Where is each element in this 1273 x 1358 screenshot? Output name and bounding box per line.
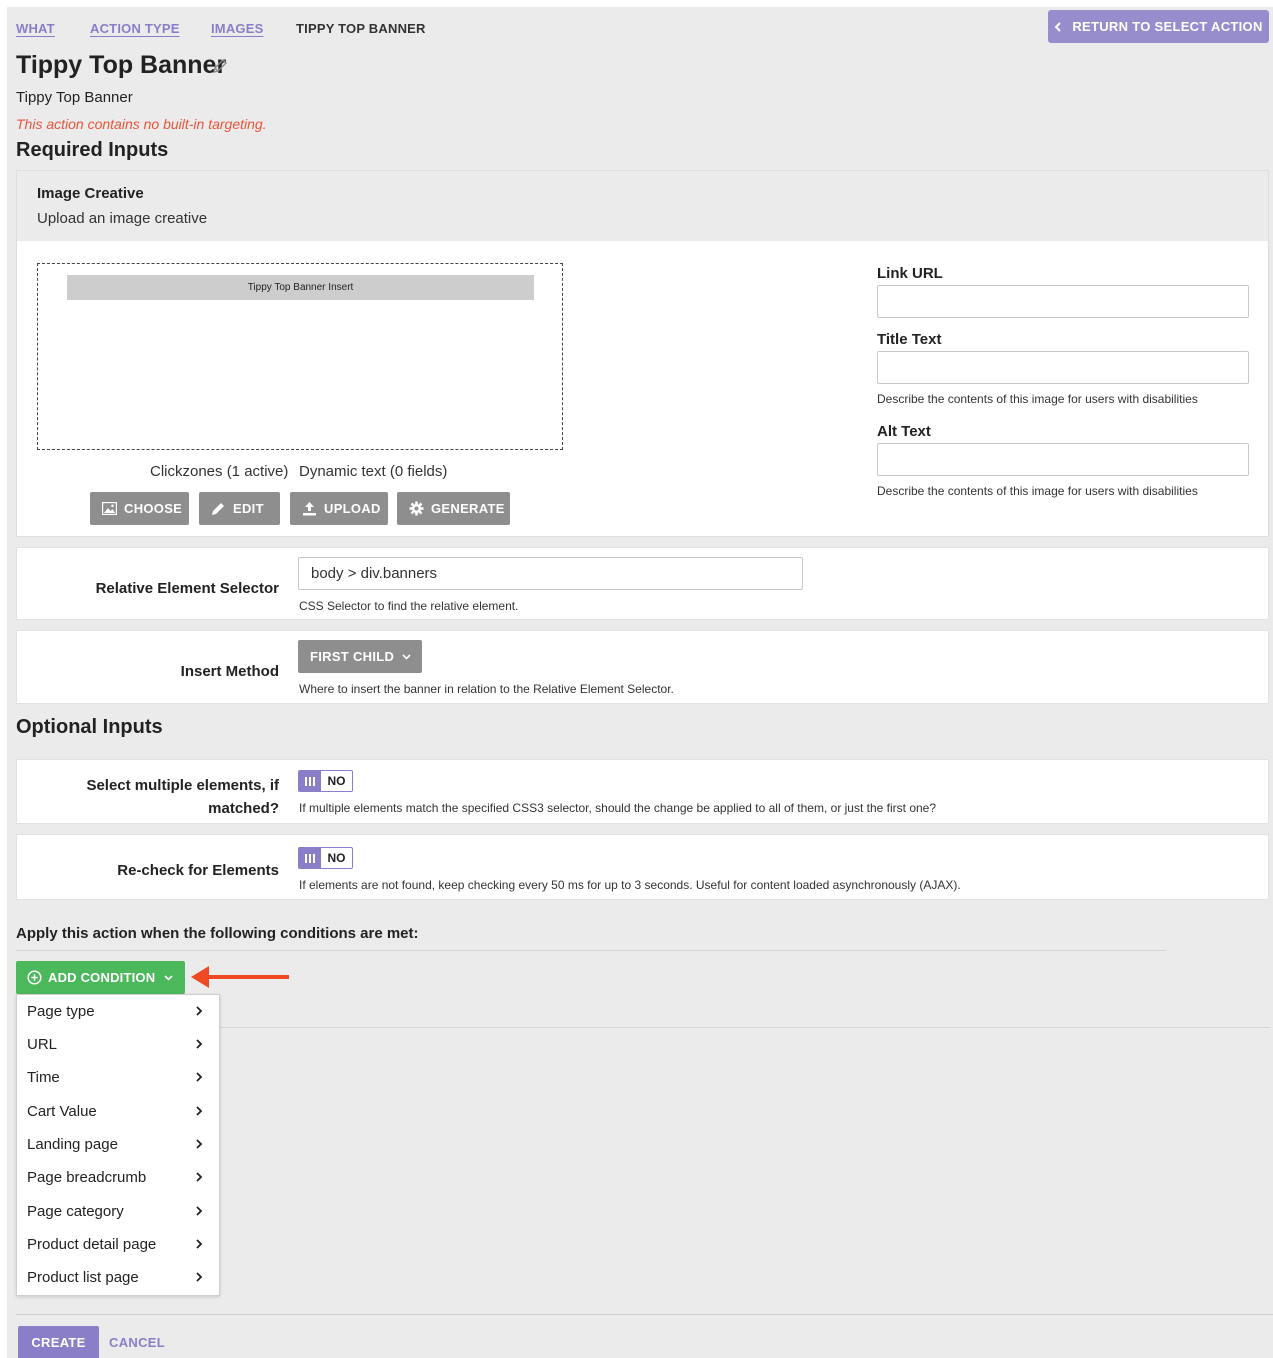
- toggle-handle: [299, 771, 321, 791]
- chevron-right-icon: [196, 1106, 203, 1116]
- menu-item-url[interactable]: URL: [17, 1028, 219, 1061]
- insert-method-label: Insert Method: [180, 663, 279, 680]
- conditions-title: Apply this action when the following con…: [16, 925, 419, 942]
- menu-item-label: Landing page: [27, 1136, 118, 1153]
- return-button-label: RETURN TO SELECT ACTION: [1072, 19, 1263, 34]
- breadcrumb-images[interactable]: IMAGES: [211, 21, 263, 36]
- menu-item-label: Product list page: [27, 1269, 139, 1286]
- relative-selector-input[interactable]: body > div.banners: [298, 557, 803, 590]
- menu-item-label: Page type: [27, 1003, 95, 1020]
- condition-menu: Page type URL Time Cart Value Landing pa…: [16, 994, 220, 1296]
- menu-item-label: Page category: [27, 1203, 124, 1220]
- menu-item-label: Time: [27, 1069, 60, 1086]
- select-multiple-toggle[interactable]: NO: [298, 770, 353, 792]
- recheck-toggle[interactable]: NO: [298, 847, 353, 869]
- conditions-divider: [16, 950, 1166, 951]
- edit-title-icon[interactable]: [212, 58, 228, 74]
- select-multiple-value: NO: [327, 774, 346, 788]
- select-multiple-help: If multiple elements match the specified…: [299, 801, 937, 815]
- chevron-right-icon: [196, 1039, 203, 1049]
- chevron-left-icon: [1054, 21, 1062, 32]
- link-url-input[interactable]: [877, 285, 1249, 318]
- upload-button[interactable]: UPLOAD: [290, 492, 388, 525]
- add-condition-button[interactable]: ADD CONDITION: [16, 961, 185, 994]
- insert-method-help: Where to insert the banner in relation t…: [299, 682, 674, 696]
- chevron-down-icon: [164, 974, 173, 981]
- chevron-right-icon: [196, 1006, 203, 1016]
- chevron-right-icon: [196, 1072, 203, 1082]
- menu-item-page-breadcrumb[interactable]: Page breadcrumb: [17, 1161, 219, 1194]
- chevron-right-icon: [196, 1172, 203, 1182]
- alt-text-help: Describe the contents of this image for …: [877, 484, 1198, 498]
- menu-item-landing-page[interactable]: Landing page: [17, 1128, 219, 1161]
- menu-item-product-list-page[interactable]: Product list page: [17, 1261, 219, 1294]
- clickzones-link[interactable]: Clickzones (1 active): [150, 463, 288, 480]
- edit-button-label: EDIT: [233, 501, 264, 516]
- required-inputs-heading: Required Inputs: [16, 139, 169, 161]
- select-multiple-label: Select multiple elements, if matched?: [86, 774, 279, 820]
- breadcrumb-current: TIPPY TOP BANNER: [296, 21, 426, 36]
- alt-text-label: Alt Text: [877, 423, 931, 440]
- choose-button[interactable]: CHOOSE: [90, 492, 189, 525]
- cancel-button[interactable]: CANCEL: [109, 1335, 165, 1350]
- conditions-divider-lower: [220, 1027, 1270, 1028]
- chevron-right-icon: [196, 1272, 203, 1282]
- title-text-label: Title Text: [877, 331, 942, 348]
- breadcrumb-action-type[interactable]: ACTION TYPE: [90, 21, 180, 36]
- return-to-select-action-button[interactable]: RETURN TO SELECT ACTION: [1048, 10, 1269, 43]
- footer-divider: [16, 1314, 1273, 1315]
- recheck-help: If elements are not found, keep checking…: [299, 878, 961, 892]
- alt-text-input[interactable]: [877, 443, 1249, 476]
- image-creative-title: Image Creative: [37, 185, 144, 202]
- generate-button-label: GENERATE: [431, 501, 505, 516]
- menu-item-label: Cart Value: [27, 1103, 97, 1120]
- image-icon: [102, 502, 117, 515]
- insert-method-dropdown[interactable]: FIRST CHILD: [298, 640, 422, 673]
- menu-item-label: Product detail page: [27, 1236, 157, 1253]
- page-title: Tippy Top Banner: [16, 51, 227, 79]
- image-creative-header: [16, 170, 1269, 241]
- select-multiple-label-line1: Select multiple elements, if: [86, 777, 279, 794]
- menu-item-page-type[interactable]: Page type: [17, 995, 219, 1028]
- title-text-input[interactable]: [877, 351, 1249, 384]
- chevron-right-icon: [196, 1139, 203, 1149]
- upload-button-label: UPLOAD: [324, 501, 381, 516]
- recheck-label: Re-check for Elements: [117, 862, 279, 879]
- title-text-help: Describe the contents of this image for …: [877, 392, 1198, 406]
- menu-item-product-detail-page[interactable]: Product detail page: [17, 1228, 219, 1261]
- page-subtitle: Tippy Top Banner: [16, 89, 133, 106]
- menu-item-page-category[interactable]: Page category: [17, 1195, 219, 1228]
- link-url-label: Link URL: [877, 265, 943, 282]
- image-creative-description: Upload an image creative: [37, 210, 208, 227]
- menu-item-label: URL: [27, 1036, 58, 1053]
- select-multiple-label-line2: matched?: [208, 800, 279, 817]
- add-condition-label: ADD CONDITION: [48, 970, 156, 985]
- chevron-right-icon: [196, 1239, 203, 1249]
- choose-button-label: CHOOSE: [124, 501, 183, 516]
- gear-icon: [409, 501, 424, 516]
- upload-icon: [303, 502, 316, 516]
- insert-method-value: FIRST CHILD: [310, 649, 395, 664]
- toggle-handle: [299, 848, 321, 868]
- plus-circle-icon: [27, 970, 42, 985]
- chevron-right-icon: [196, 1206, 203, 1216]
- menu-item-time[interactable]: Time: [17, 1061, 219, 1094]
- edit-button[interactable]: EDIT: [199, 492, 280, 525]
- generate-button[interactable]: GENERATE: [397, 492, 510, 525]
- menu-item-label: Page breadcrumb: [27, 1169, 147, 1186]
- targeting-warning: This action contains no built-in targeti…: [16, 116, 267, 132]
- pencil-icon: [212, 503, 224, 515]
- breadcrumb-what[interactable]: WHAT: [16, 21, 55, 36]
- optional-inputs-heading: Optional Inputs: [16, 716, 163, 738]
- menu-item-cart-value[interactable]: Cart Value: [17, 1095, 219, 1128]
- relative-selector-help: CSS Selector to find the relative elemen…: [299, 599, 519, 613]
- recheck-value: NO: [327, 851, 346, 865]
- relative-selector-label: Relative Element Selector: [95, 580, 279, 597]
- banner-preview: Tippy Top Banner Insert: [67, 275, 534, 300]
- chevron-down-icon: [402, 653, 411, 660]
- create-button[interactable]: CREATE: [18, 1326, 99, 1358]
- red-arrow-annotation: [191, 966, 289, 988]
- dynamic-text-link[interactable]: Dynamic text (0 fields): [299, 463, 447, 480]
